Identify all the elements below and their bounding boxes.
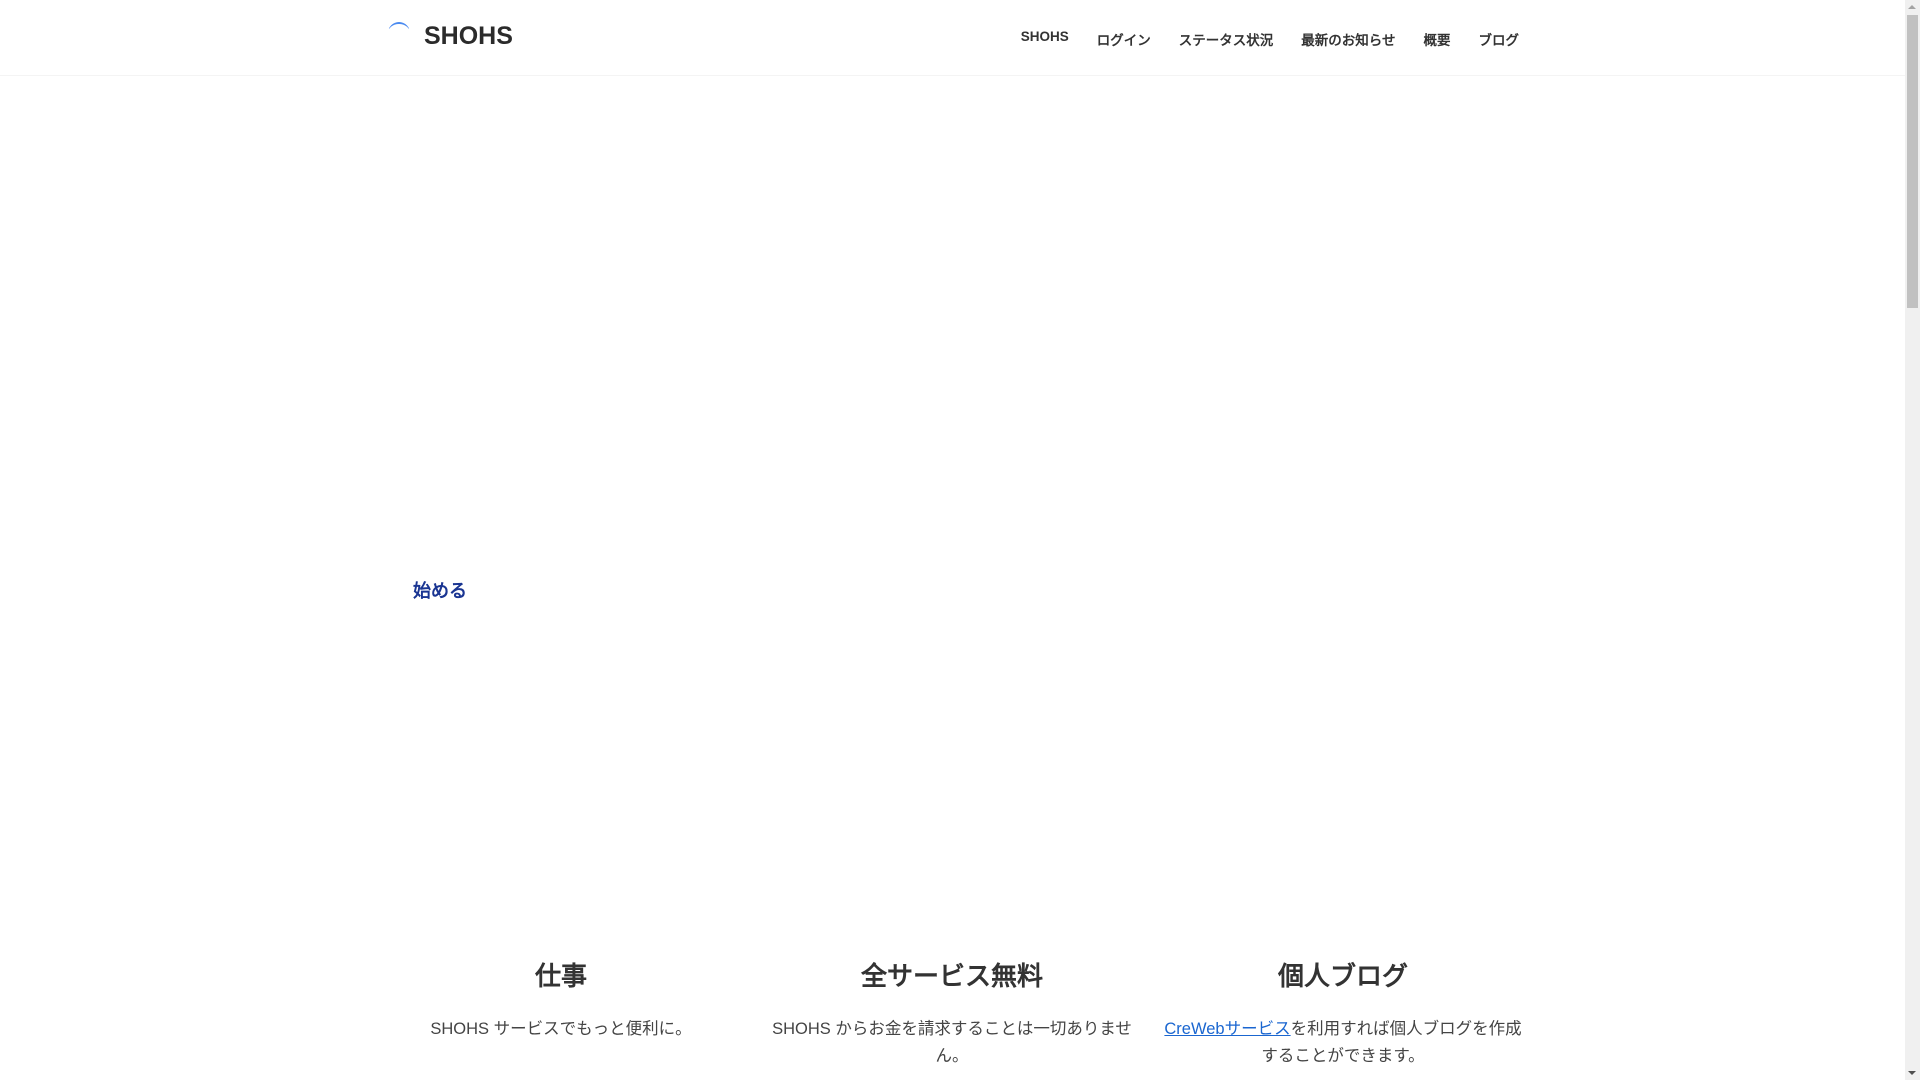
main-nav: SHOHS ログイン ステータス状況 最新のお知らせ 概要 ブログ — [1021, 29, 1519, 49]
nav-about[interactable]: 概要 — [1424, 29, 1451, 49]
feature-text: SHOHS サービスでもっと便利に。 — [430, 1020, 692, 1038]
scrollbar-thumb[interactable] — [1907, 15, 1918, 308]
feature-title: 仕事 — [534, 961, 587, 991]
feature-text: SHOHS からお金を請求することは一切ありません。 — [772, 1020, 1132, 1065]
feature-title: 全サービス無料 — [860, 961, 1043, 991]
feature-blog: 個人ブログ CreWebサービスを利用すれば個人ブログを作成することができます。 — [1163, 958, 1523, 1070]
scroll-down-icon[interactable] — [1908, 1071, 1916, 1075]
feature-text-rest: を利用すれば個人ブログを作成することができます。 — [1261, 1020, 1522, 1065]
feature-work: 仕事 SHOHS サービスでもっと便利に。 — [381, 958, 741, 1043]
brand-link[interactable]: SHOHS — [424, 22, 513, 51]
get-started-link[interactable]: 始める — [413, 577, 467, 603]
nav-status[interactable]: ステータス状況 — [1179, 29, 1274, 49]
feature-text: CreWebサービスを利用すれば個人ブログを作成することができます。 — [1163, 1016, 1523, 1070]
feature-title: 個人ブログ — [1277, 961, 1408, 991]
scroll-up-icon[interactable] — [1908, 5, 1916, 9]
nav-shohs[interactable]: SHOHS — [1021, 29, 1069, 49]
feature-free: 全サービス無料 SHOHS からお金を請求することは一切ありません。 — [772, 958, 1132, 1070]
nav-login[interactable]: ログイン — [1097, 29, 1151, 49]
nav-news[interactable]: 最新のお知らせ — [1301, 29, 1395, 49]
logo-icon[interactable] — [388, 22, 410, 29]
scrollbar[interactable] — [1905, 0, 1920, 1080]
nav-blog[interactable]: ブログ — [1479, 29, 1520, 49]
creweb-link[interactable]: CreWebサービス — [1164, 1020, 1290, 1038]
site-header: SHOHS SHOHS ログイン ステータス状況 最新のお知らせ 概要 ブログ — [0, 0, 1905, 76]
